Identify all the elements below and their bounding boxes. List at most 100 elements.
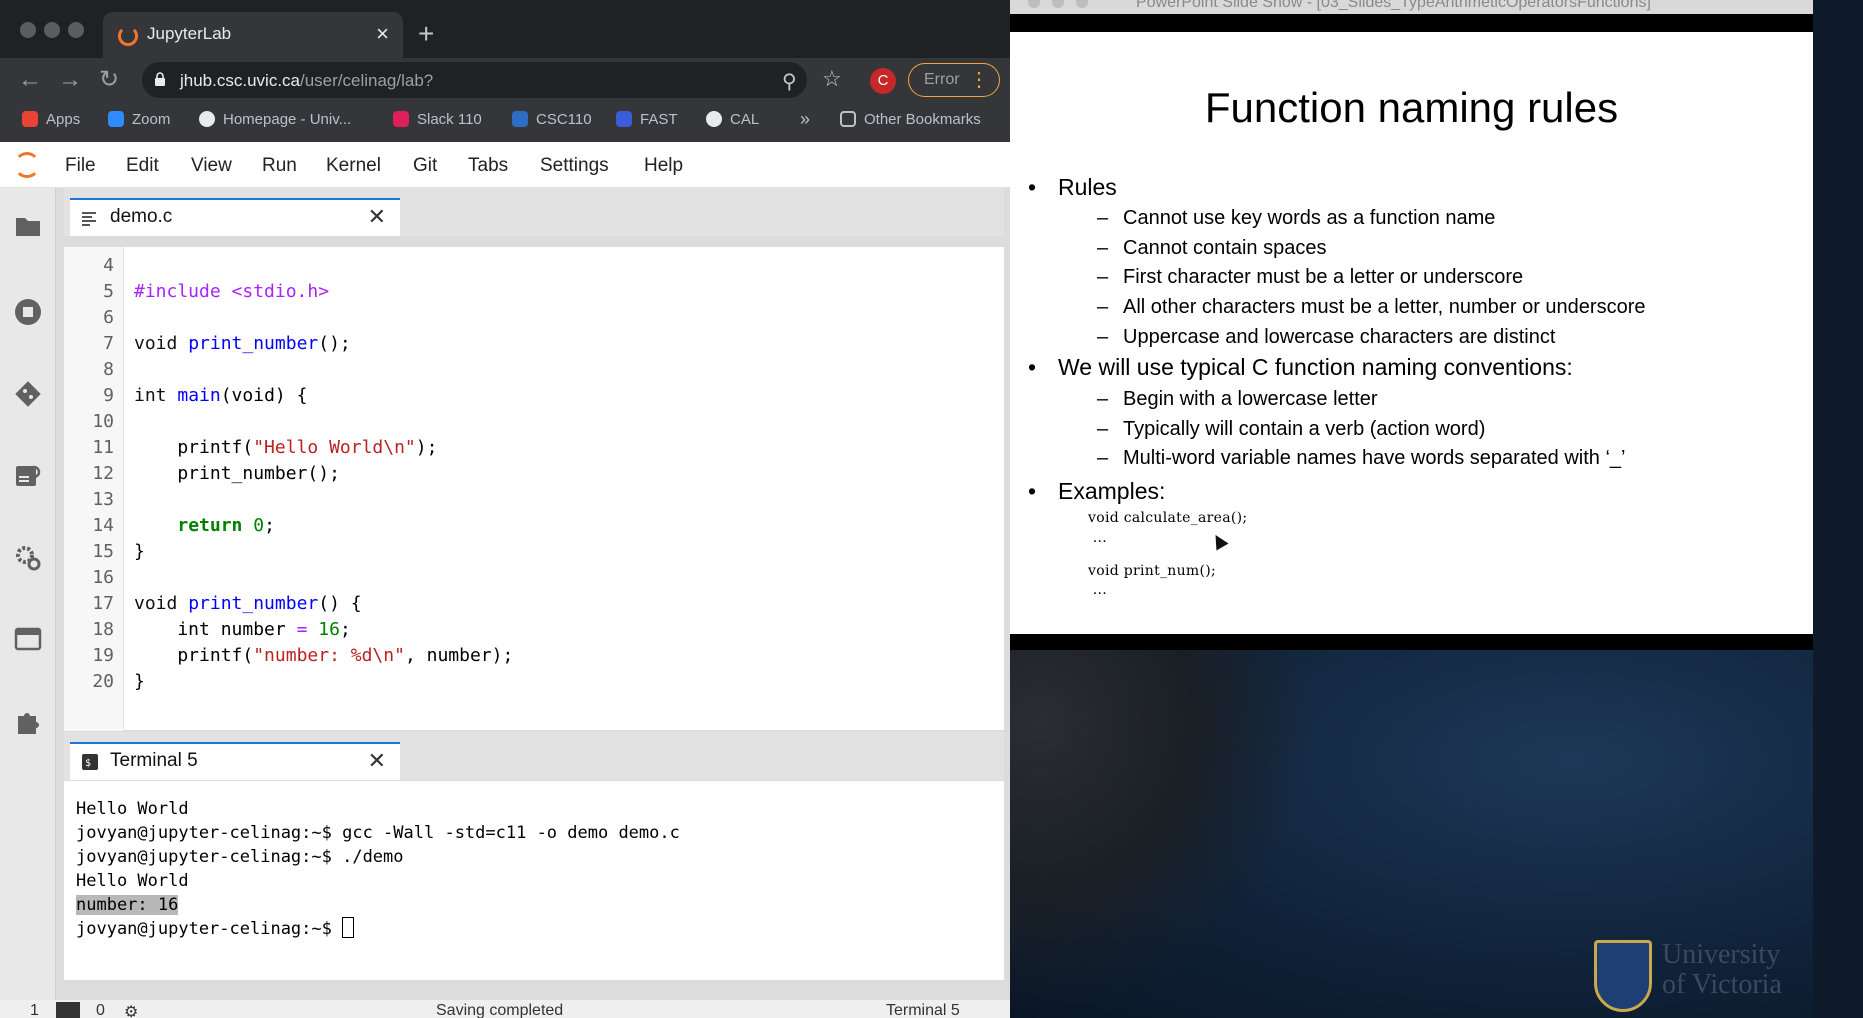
sub-bullet: Multi-word variable names have words sep… (1097, 447, 1625, 470)
code-editor[interactable]: 4 5 #include <stdio.h> 6 7 void print_numb… (64, 246, 1004, 731)
terminal-line: number: 16 (76, 893, 179, 917)
university-of-victoria-logo: University of Victoria (1594, 940, 1812, 1018)
minimize-window-button[interactable] (1052, 0, 1064, 8)
terminal-tabbar: $ Terminal 5 ✕ (64, 732, 1004, 780)
bullet-rules: Rules (1028, 174, 1117, 201)
other-bookmarks[interactable]: Other Bookmarks (840, 111, 981, 128)
menu-git[interactable]: Git (413, 155, 437, 177)
bookmark-apps[interactable]: Apps (22, 111, 80, 128)
apps-grid-icon (22, 111, 38, 127)
bookmark-slack[interactable]: Slack 110 (393, 111, 482, 128)
terminal-line: Hello World (76, 799, 189, 819)
git-icon[interactable] (14, 380, 42, 408)
maximize-window-button[interactable] (68, 22, 84, 38)
bookmark-cal[interactable]: CAL (706, 111, 759, 128)
code-line: 11 printf("Hello World\n"); (92, 437, 438, 458)
bookmark-star-icon[interactable]: ☆ (822, 66, 842, 92)
close-icon[interactable]: ✕ (368, 204, 386, 230)
code-line: 16 (92, 567, 114, 588)
minimize-window-button[interactable] (44, 22, 60, 38)
close-window-button[interactable] (1028, 0, 1040, 8)
terminal-line: Hello World (76, 871, 189, 891)
editor-tabbar: demo.c ✕ (64, 188, 1004, 236)
example-ellipsis: ... (1088, 530, 1108, 546)
error-button[interactable]: Error ⋮ (908, 63, 1000, 97)
jupyter-statusbar: 1 0 ⚙ Saving completed Terminal 5 (0, 1000, 1010, 1018)
code-line: 8 (103, 359, 114, 380)
bookmark-fast[interactable]: FAST (616, 111, 678, 128)
example-code: void calculate_area(); (1088, 510, 1248, 526)
menu-view[interactable]: View (191, 155, 232, 177)
code-line: 10 (92, 411, 114, 432)
bookmarks-overflow-icon[interactable]: » (800, 109, 810, 130)
browser-toolbar: ← → ↻ jhub.csc.uvic.ca/user/celinag/lab?… (0, 58, 1010, 102)
status-active-tab: Terminal 5 (886, 1002, 960, 1018)
uvic-shield-icon (1594, 940, 1652, 1012)
bullet-examples: Examples: (1028, 478, 1165, 505)
back-arrow-icon[interactable]: ← (18, 66, 42, 94)
tab-close-icon[interactable]: × (376, 21, 389, 47)
powerpoint-window: PowerPoint Slide Show - [03_Slides_TypeA… (1010, 0, 1813, 1018)
menu-run[interactable]: Run (262, 155, 297, 177)
new-tab-button[interactable]: + (418, 20, 434, 48)
csc110-icon (512, 111, 528, 127)
code-line: 5 #include <stdio.h> (103, 281, 330, 302)
menu-kernel[interactable]: Kernel (326, 155, 381, 177)
bookmark-homepage[interactable]: Homepage - Univ... (199, 111, 351, 128)
zoom-icon[interactable]: ⚲ (782, 69, 797, 94)
terminal-prompt-line: jovyan@jupyter-celinag:~$ (76, 917, 355, 941)
profile-avatar[interactable]: C (870, 68, 896, 94)
bookmarks-bar: Apps Zoom Homepage - Univ... Slack 110 C… (0, 102, 1010, 142)
terminal-line: jovyan@jupyter-celinag:~$ ./demo (76, 847, 404, 867)
svg-text:$: $ (85, 758, 91, 769)
menu-edit[interactable]: Edit (126, 155, 159, 177)
close-window-button[interactable] (20, 22, 36, 38)
close-icon[interactable]: ✕ (368, 748, 386, 774)
mouse-pointer-icon (1209, 531, 1229, 551)
code-line: 6 (103, 307, 114, 328)
wallpaper-rocks (1010, 650, 1310, 1018)
menu-file[interactable]: File (65, 155, 96, 177)
code-line: 12 print_number(); (92, 463, 340, 484)
sub-bullet: Typically will contain a verb (action wo… (1097, 418, 1485, 441)
tab-title: Terminal 5 (110, 750, 198, 771)
property-inspector-gear-icon[interactable] (14, 544, 42, 572)
code-line: 13 (92, 489, 114, 510)
menu-tabs[interactable]: Tabs (468, 155, 508, 177)
open-tabs-icon[interactable] (14, 626, 42, 654)
commands-palette-icon[interactable] (14, 462, 42, 490)
running-sessions-stop-icon[interactable] (14, 298, 42, 326)
menu-settings[interactable]: Settings (540, 155, 609, 177)
slack-icon (393, 111, 409, 127)
browser-window: JupyterLab × + ← → ↻ jhub.csc.uvic.ca/us… (0, 0, 1010, 1018)
extension-manager-puzzle-icon[interactable] (14, 708, 42, 736)
address-bar[interactable]: jhub.csc.uvic.ca/user/celinag/lab? ⚲ (142, 62, 807, 98)
bookmark-csc110[interactable]: CSC110 (512, 111, 592, 128)
jupyter-left-sidebar (0, 188, 56, 1018)
sub-bullet: Cannot use key words as a function name (1097, 207, 1495, 230)
terminal-panel[interactable]: Hello World jovyan@jupyter-celinag:~$ gc… (64, 780, 1004, 980)
terminal-count-icon (56, 1002, 80, 1018)
code-line: 15} (92, 541, 145, 562)
bookmark-zoom[interactable]: Zoom (108, 111, 170, 128)
tab-demo-c[interactable]: demo.c ✕ (70, 198, 400, 236)
zoom-logo-icon (108, 111, 124, 127)
error-label: Error (924, 71, 960, 88)
tab-terminal-5[interactable]: $ Terminal 5 ✕ (70, 742, 400, 780)
jupyter-favicon-icon (118, 26, 138, 46)
kernel-gear-icon: ⚙ (124, 1004, 139, 1018)
status-message: Saving completed (436, 1002, 564, 1018)
maximize-window-button[interactable] (1076, 0, 1088, 8)
terminal-line: jovyan@jupyter-celinag:~$ gcc -Wall -std… (76, 823, 680, 843)
more-menu-icon[interactable]: ⋮ (969, 64, 989, 96)
jupyter-main-area: demo.c ✕ 4 5 #include <stdio.h> 6 7 void p… (56, 188, 1010, 1018)
code-line: 20} (92, 671, 145, 692)
menu-help[interactable]: Help (644, 155, 683, 177)
reload-icon[interactable]: ↻ (99, 66, 119, 94)
slide[interactable]: Function naming rules Rules Cannot use k… (1010, 32, 1813, 634)
forward-arrow-icon[interactable]: → (58, 66, 82, 94)
status-count-1: 1 (30, 1002, 39, 1018)
sub-bullet: Begin with a lowercase letter (1097, 388, 1378, 411)
browser-tab-title: JupyterLab (147, 24, 232, 43)
file-browser-folder-icon[interactable] (14, 214, 42, 242)
